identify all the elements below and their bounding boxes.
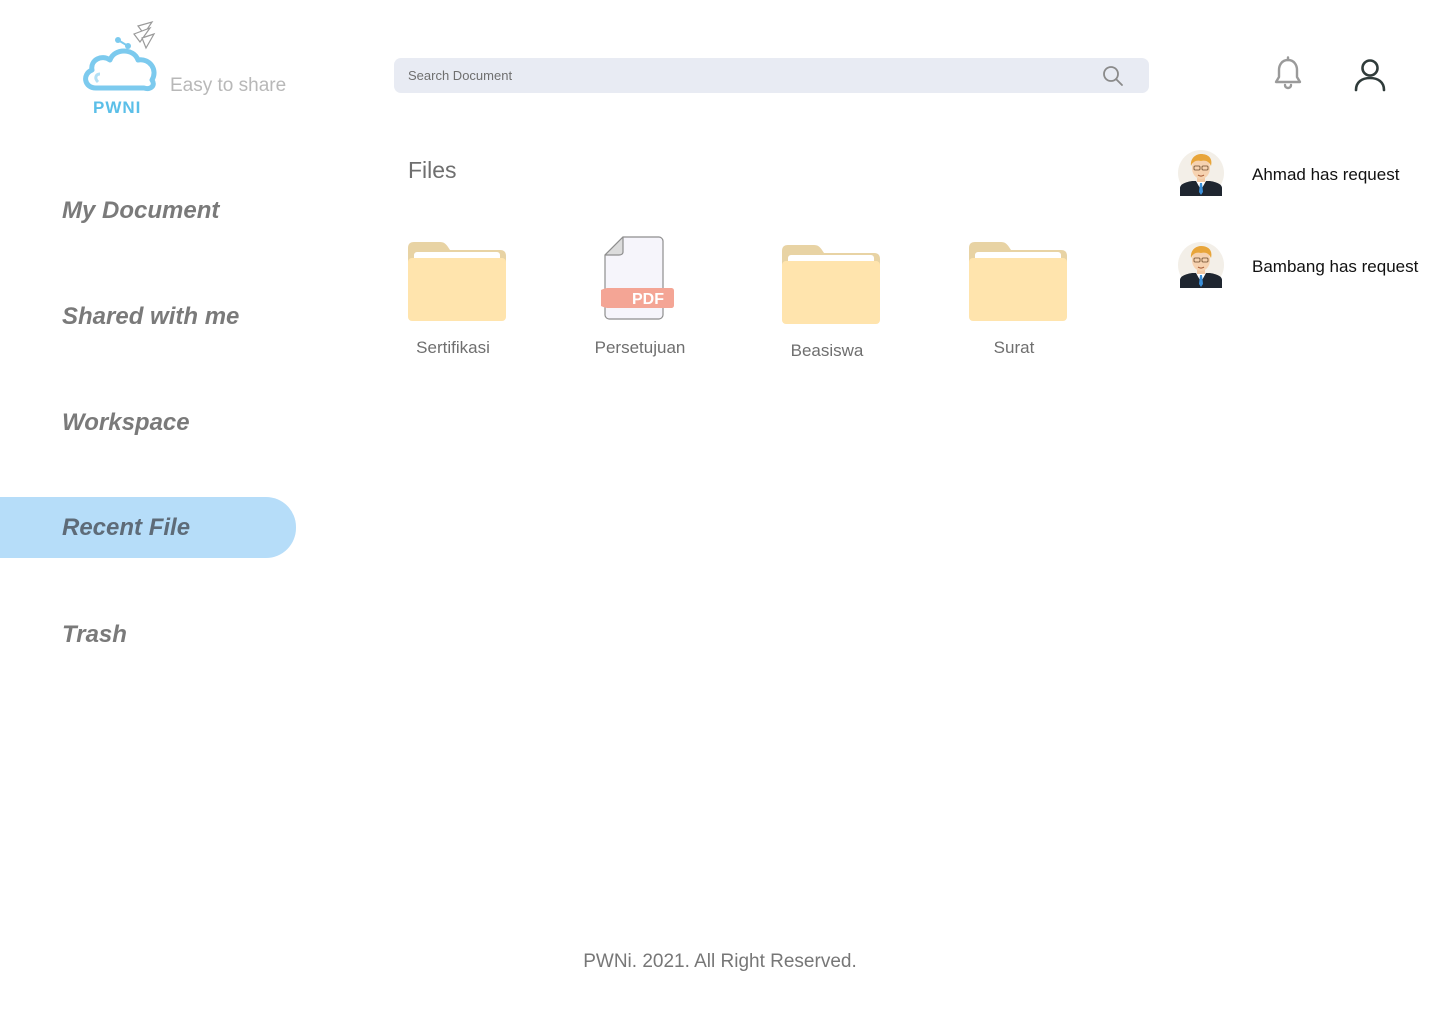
notification-text: Bambang has request — [1252, 257, 1419, 276]
avatar-man-icon — [1178, 242, 1224, 288]
search-bar — [394, 58, 1149, 93]
sidebar-item-trash[interactable]: Trash — [0, 605, 296, 665]
folder-item[interactable]: Sertifikasi — [384, 236, 524, 366]
file-label: Beasiswa — [790, 341, 864, 360]
pdf-file-icon: PDF — [601, 236, 674, 320]
pdf-file-item[interactable]: PDF Persetujuan — [571, 236, 711, 366]
folder-item[interactable]: Surat — [945, 236, 1085, 366]
folder-icon — [782, 245, 880, 324]
sidebar-item-label: Shared with me — [62, 303, 240, 330]
sidebar-item-label: Trash — [62, 621, 127, 648]
sidebar-item-label: My Document — [62, 197, 220, 224]
page: PWNI Easy to share My Document Shared wi… — [0, 0, 1440, 1024]
notification-item[interactable]: Bambang has request — [1176, 242, 1440, 292]
folder-icon — [969, 242, 1067, 321]
notification-text: Ahmad has request — [1252, 165, 1400, 184]
sidebar-item-recent-file[interactable]: Recent File — [0, 497, 296, 558]
bell-icon[interactable] — [1272, 56, 1304, 90]
file-label: Surat — [993, 338, 1035, 357]
file-label: Persetujuan — [594, 338, 686, 357]
search-icon[interactable] — [1101, 64, 1125, 88]
folder-icon — [408, 242, 506, 321]
folder-item[interactable]: Beasiswa — [758, 239, 898, 369]
sidebar-item-label: Workspace — [62, 409, 190, 436]
search-input[interactable] — [408, 58, 1088, 93]
tagline: Easy to share — [170, 75, 287, 96]
sidebar-item-label: Recent File — [62, 513, 191, 541]
user-icon[interactable] — [1352, 58, 1388, 92]
pdf-badge: PDF — [632, 291, 664, 308]
notification-item[interactable]: Ahmad has request — [1176, 150, 1440, 200]
logo-text: PWNI — [93, 98, 142, 117]
footer-copyright: PWNi. 2021. All Right Reserved. — [583, 951, 857, 972]
sidebar-item-my-document[interactable]: My Document — [0, 181, 296, 241]
files-heading: Files — [408, 157, 457, 183]
sidebar-item-shared-with-me[interactable]: Shared with me — [0, 287, 296, 347]
file-label: Sertifikasi — [416, 338, 490, 357]
avatar-man-icon — [1178, 150, 1224, 196]
sidebar-item-workspace[interactable]: Workspace — [0, 393, 296, 453]
